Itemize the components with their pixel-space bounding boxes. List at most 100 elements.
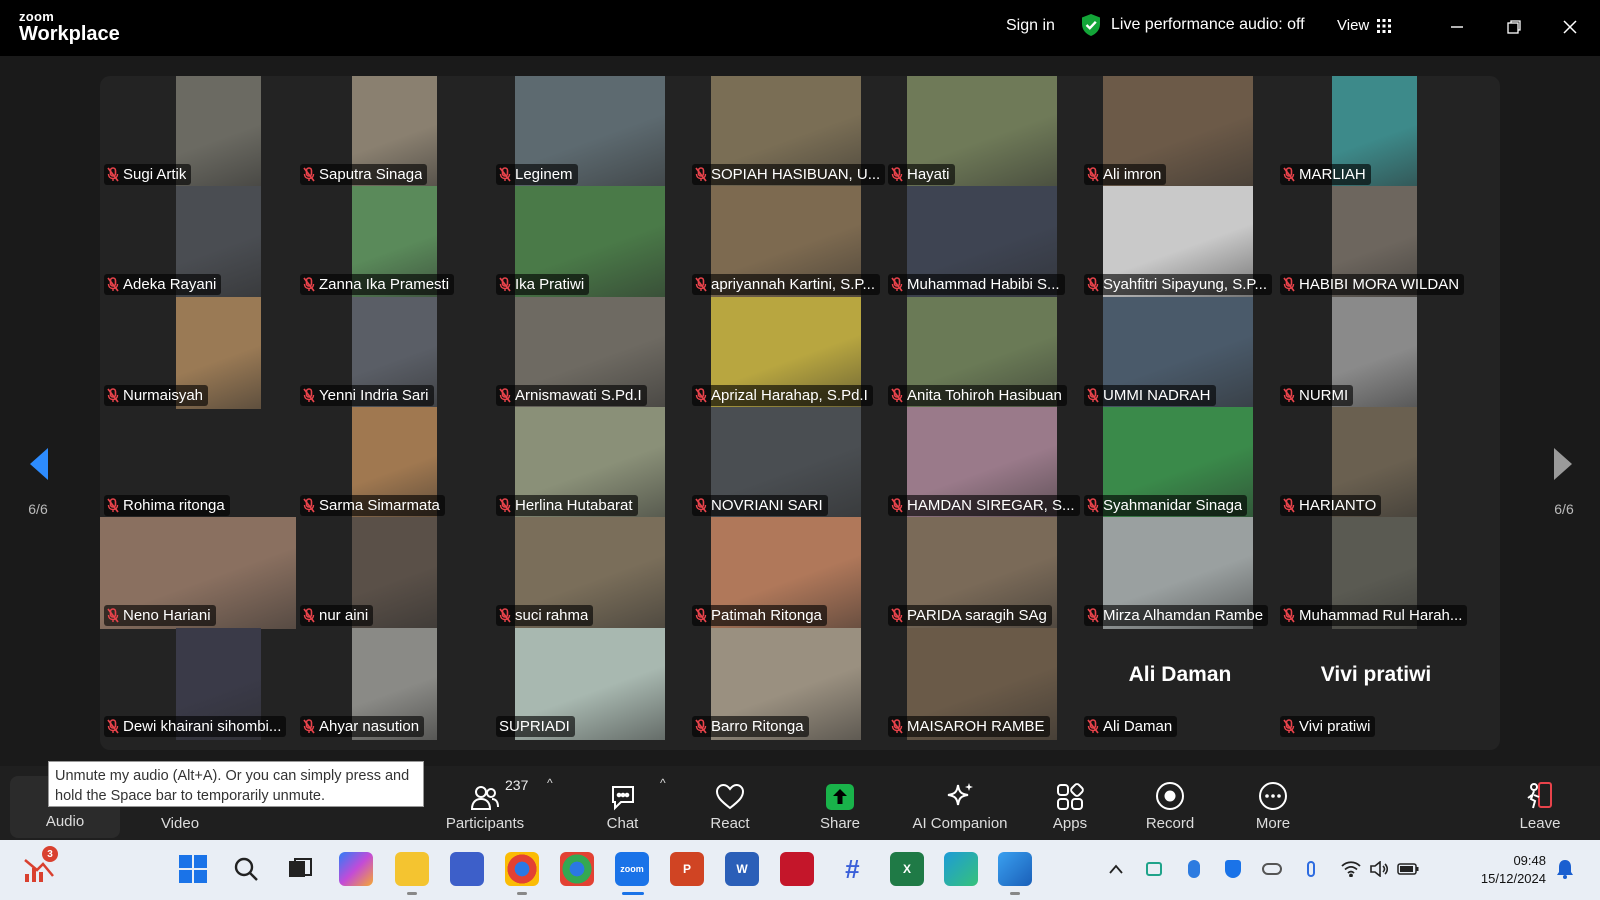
previous-page-button[interactable]: 6/6 [18, 446, 58, 517]
record-button[interactable]: Record [1145, 766, 1195, 840]
participant-name-label: Ali Daman [1084, 715, 1178, 737]
muted-mic-icon [499, 608, 511, 623]
leave-icon [1527, 782, 1552, 809]
participant-tile[interactable]: Herlina Hutabarat [492, 406, 692, 519]
defender-icon[interactable] [1222, 858, 1244, 880]
notifications-bell-icon[interactable] [1554, 858, 1576, 880]
leave-button[interactable]: Leave [1515, 766, 1565, 840]
react-button[interactable]: React [705, 766, 755, 840]
participant-tile[interactable]: HARIANTO [1276, 406, 1476, 519]
participant-tile[interactable]: Zanna Ika Pramesti [296, 186, 496, 299]
close-button[interactable] [1555, 12, 1585, 42]
bluetooth-icon[interactable] [1183, 858, 1205, 880]
edge-icon[interactable] [944, 852, 978, 886]
participant-tile[interactable]: apriyannah Kartini, S.P... [688, 186, 888, 299]
participant-tile[interactable]: Ali Daman Ali Daman [1080, 628, 1280, 740]
participant-tile[interactable]: NOVRIANI SARI [688, 406, 888, 519]
muted-mic-icon [107, 498, 119, 513]
participant-tile[interactable]: Sugi Artik [100, 76, 300, 188]
participant-tile[interactable]: Hayati [884, 76, 1084, 188]
file-explorer-icon[interactable] [395, 852, 429, 886]
participant-name: Hayati [907, 166, 950, 183]
share-button[interactable]: Share [815, 766, 865, 840]
participant-tile[interactable]: SOPIAH HASIBUAN, U... [688, 76, 888, 188]
participant-tile[interactable]: Ika Pratiwi [492, 186, 692, 299]
participant-tile[interactable]: SUPRIADI [492, 627, 692, 740]
participant-name-label: Leginem [496, 164, 578, 185]
participant-tile[interactable]: Sarma Simarmata [296, 406, 496, 519]
participant-tile[interactable]: HABIBI MORA WILDAN [1276, 186, 1476, 299]
system-clock[interactable]: 09:48 15/12/2024 [1481, 852, 1546, 888]
participant-tile[interactable]: NURMI [1276, 296, 1476, 409]
excel-icon[interactable]: X [890, 852, 924, 886]
microphone-icon[interactable] [1300, 858, 1322, 880]
participant-tile[interactable]: Neno Hariani [100, 517, 300, 630]
participant-tile[interactable]: Syahmanidar Sinaga [1080, 406, 1280, 519]
participant-tile[interactable]: Saputra Sinaga [296, 76, 496, 188]
tray-app-icon[interactable] [1143, 858, 1165, 880]
powerpoint-icon[interactable]: P [670, 852, 704, 886]
restore-button[interactable] [1499, 12, 1529, 42]
muted-mic-icon [695, 718, 707, 734]
ai-companion-button[interactable]: AI Companion [905, 766, 1015, 840]
hashtag-app-icon[interactable]: # [835, 852, 869, 886]
word-icon[interactable]: W [725, 852, 759, 886]
onedrive-error-icon[interactable] [1261, 858, 1283, 880]
participant-tile[interactable]: Barro Ritonga [688, 627, 888, 740]
participant-tile[interactable]: Rohima ritonga [100, 407, 300, 519]
participant-tile[interactable]: Dewi khairani sihombi... [100, 627, 300, 740]
participant-tile[interactable]: Syahfitri Sipayung, S.P... [1080, 186, 1280, 299]
wifi-signal-icon [1341, 861, 1361, 877]
zotero-like-app-icon[interactable] [780, 852, 814, 886]
next-page-button[interactable]: 6/6 [1544, 446, 1584, 517]
chat-options-caret[interactable]: ^ [660, 776, 666, 790]
more-button[interactable]: More [1248, 766, 1298, 840]
start-button[interactable] [176, 852, 210, 886]
participant-tile[interactable]: Patimah Ritonga [688, 517, 888, 630]
chrome-icon[interactable] [560, 852, 594, 886]
muted-mic-icon [1283, 277, 1295, 292]
minimize-button[interactable] [1442, 12, 1472, 42]
wifi-icon[interactable] [1340, 858, 1362, 880]
participant-tile[interactable]: Nurmaisyah [100, 296, 300, 409]
participant-tile[interactable]: Arnismawati S.Pd.I [492, 296, 692, 409]
volume-icon[interactable] [1368, 858, 1390, 880]
participant-tile[interactable]: Adeka Rayani [100, 186, 300, 299]
participant-tile[interactable]: PARIDA saragih SAg [884, 517, 1084, 630]
task-view-button[interactable] [283, 852, 317, 886]
participant-name: suci rahma [515, 607, 589, 625]
participant-tile[interactable]: Mirza Alhamdan Rambe [1080, 517, 1280, 630]
apps-button[interactable]: Apps [1045, 766, 1095, 840]
participants-options-caret[interactable]: ^ [547, 776, 553, 790]
participant-tile[interactable]: Ali imron [1080, 76, 1280, 188]
zoom-app-icon[interactable]: zoom [615, 852, 649, 886]
participant-tile[interactable]: Yenni Indria Sari [296, 296, 496, 409]
participant-tile[interactable]: Ahyar nasution [296, 627, 496, 740]
participant-tile[interactable]: MARLIAH [1276, 76, 1476, 188]
mail-app-icon[interactable] [450, 852, 484, 886]
copilot-icon[interactable] [339, 852, 373, 886]
participant-tile[interactable]: UMMI NADRAH [1080, 296, 1280, 409]
participant-tile[interactable]: Muhammad Habibi S... [884, 186, 1084, 299]
live-performance-audio-status[interactable]: Live performance audio: off [1081, 14, 1305, 36]
participant-tile[interactable]: HAMDAN SIREGAR, S... [884, 406, 1084, 519]
participant-name-label: Vivi pratiwi [1280, 715, 1376, 737]
stocks-widget-icon[interactable]: 3 [22, 846, 58, 886]
chat-button[interactable]: Chat [600, 766, 645, 840]
view-button[interactable]: View [1337, 17, 1392, 34]
participant-tile[interactable]: Vivi pratiwi Vivi pratiwi [1276, 628, 1476, 740]
participant-tile[interactable]: Anita Tohiroh Hasibuan [884, 296, 1084, 409]
chrome-profile-icon[interactable] [505, 852, 539, 886]
muted-mic-icon [1087, 277, 1099, 292]
participant-tile[interactable]: Aprizal Harahap, S.Pd.I [688, 296, 888, 409]
sign-in-link[interactable]: Sign in [1006, 17, 1055, 35]
participant-tile[interactable]: Muhammad Rul Harah... [1276, 517, 1476, 630]
show-hidden-icons-button[interactable] [1105, 858, 1127, 880]
search-button[interactable] [229, 852, 263, 886]
participant-tile[interactable]: nur aini [296, 517, 496, 630]
participant-tile[interactable]: MAISAROH RAMBE [884, 627, 1084, 740]
participant-tile[interactable]: Leginem [492, 76, 692, 188]
battery-icon[interactable] [1397, 858, 1419, 880]
participant-tile[interactable]: suci rahma [492, 517, 692, 630]
photos-icon[interactable] [998, 852, 1032, 886]
